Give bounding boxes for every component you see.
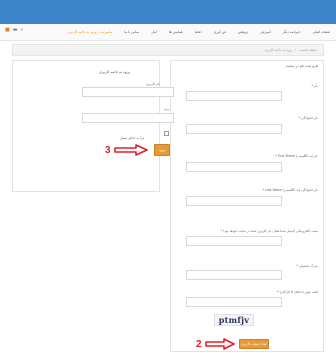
step-2-number: 2 <box>196 338 202 350</box>
nav-item-research[interactable]: پژوهش <box>238 30 249 34</box>
last-name-en-field[interactable] <box>186 196 282 206</box>
step-2-annotation: 2 <box>196 338 235 350</box>
breadcrumb-home[interactable]: صفحه نخست <box>299 48 317 52</box>
main-navbar: صفحه اصلی خبرنامه دیگر آموزش پژوهش فن آو… <box>0 24 336 41</box>
register-panel <box>170 60 324 352</box>
arrow-right-icon <box>113 144 148 156</box>
search-icon[interactable]: ⌕ <box>20 28 23 33</box>
nav-item-technology[interactable]: فن آوری <box>214 30 226 34</box>
nav-item-members[interactable]: اعضا <box>195 30 202 34</box>
first-name-field[interactable] <box>186 91 282 101</box>
password-field[interactable] <box>186 297 282 307</box>
step-3-number: 3 <box>105 144 111 156</box>
login-panel <box>12 60 160 192</box>
step-3-annotation: 3 <box>105 144 148 156</box>
username-field[interactable] <box>82 87 174 97</box>
nav-item-conferences[interactable]: همایش ها <box>169 30 183 34</box>
last-name-en-label: نام خانوادگی (به انگلیسی) Last Name * <box>262 188 318 192</box>
nav-item-education[interactable]: آموزش <box>260 30 270 34</box>
email-label: پست الکترونیکی (ایمیل شما همان نام کاربر… <box>220 229 318 233</box>
first-name-en-field[interactable] <box>186 162 282 172</box>
remember-me-checkbox[interactable] <box>164 131 169 136</box>
password-login-field[interactable] <box>82 113 174 123</box>
first-name-label: نام * <box>311 84 318 88</box>
login-button[interactable]: ورود <box>154 144 170 156</box>
nav-icons: ■ ▬ ⌕ <box>5 28 23 33</box>
breadcrumb-current: ورود به ناحیه کاربری <box>264 48 292 52</box>
cart-badge-icon[interactable]: ▬ <box>13 28 18 33</box>
password-login-label: رمز <box>164 107 170 111</box>
login-title: ورود به ناحیه کاربری <box>99 70 130 74</box>
password-label: کلمه عبور (حداقل 6 کاراکتر) * <box>277 290 318 294</box>
last-name-label: نام خانوادگی * <box>298 116 318 120</box>
arrow-right-icon <box>204 338 235 350</box>
first-name-en-label: نام (به انگلیسی) First Name * <box>275 154 318 158</box>
nav-item-contact[interactable]: تماس با ما <box>124 30 139 34</box>
cart-icon[interactable]: ■ <box>5 28 10 33</box>
remember-me-label: مرا به خاطر بسپار <box>120 136 145 140</box>
create-account-button[interactable]: ایجاد حساب کاربری <box>239 339 269 349</box>
degree-label: مدرک تحصیلی * <box>296 264 318 268</box>
nav-item-home[interactable]: صفحه اصلی <box>313 30 330 34</box>
last-name-field[interactable] <box>186 124 282 134</box>
username-label: نام کاربری <box>146 82 161 86</box>
breadcrumb-separator-icon: / <box>294 48 296 52</box>
nav-item-login-area[interactable]: ماموریت : ورود به ناحیه کاربری <box>68 30 113 34</box>
register-title: فرم ثبت نام در سایت <box>285 64 318 68</box>
email-field[interactable] <box>186 236 282 246</box>
nav-item-stats[interactable]: آمار <box>151 30 156 34</box>
captcha-image: ptmfjv <box>214 314 254 326</box>
breadcrumb: صفحه نخست / ورود به ناحیه کاربری <box>12 44 324 56</box>
degree-field[interactable] <box>186 270 282 280</box>
captcha-text: ptmfjv <box>218 315 250 325</box>
nav-item-newsletter[interactable]: خبرنامه دیگر <box>283 30 301 34</box>
top-header-bar <box>0 0 336 24</box>
